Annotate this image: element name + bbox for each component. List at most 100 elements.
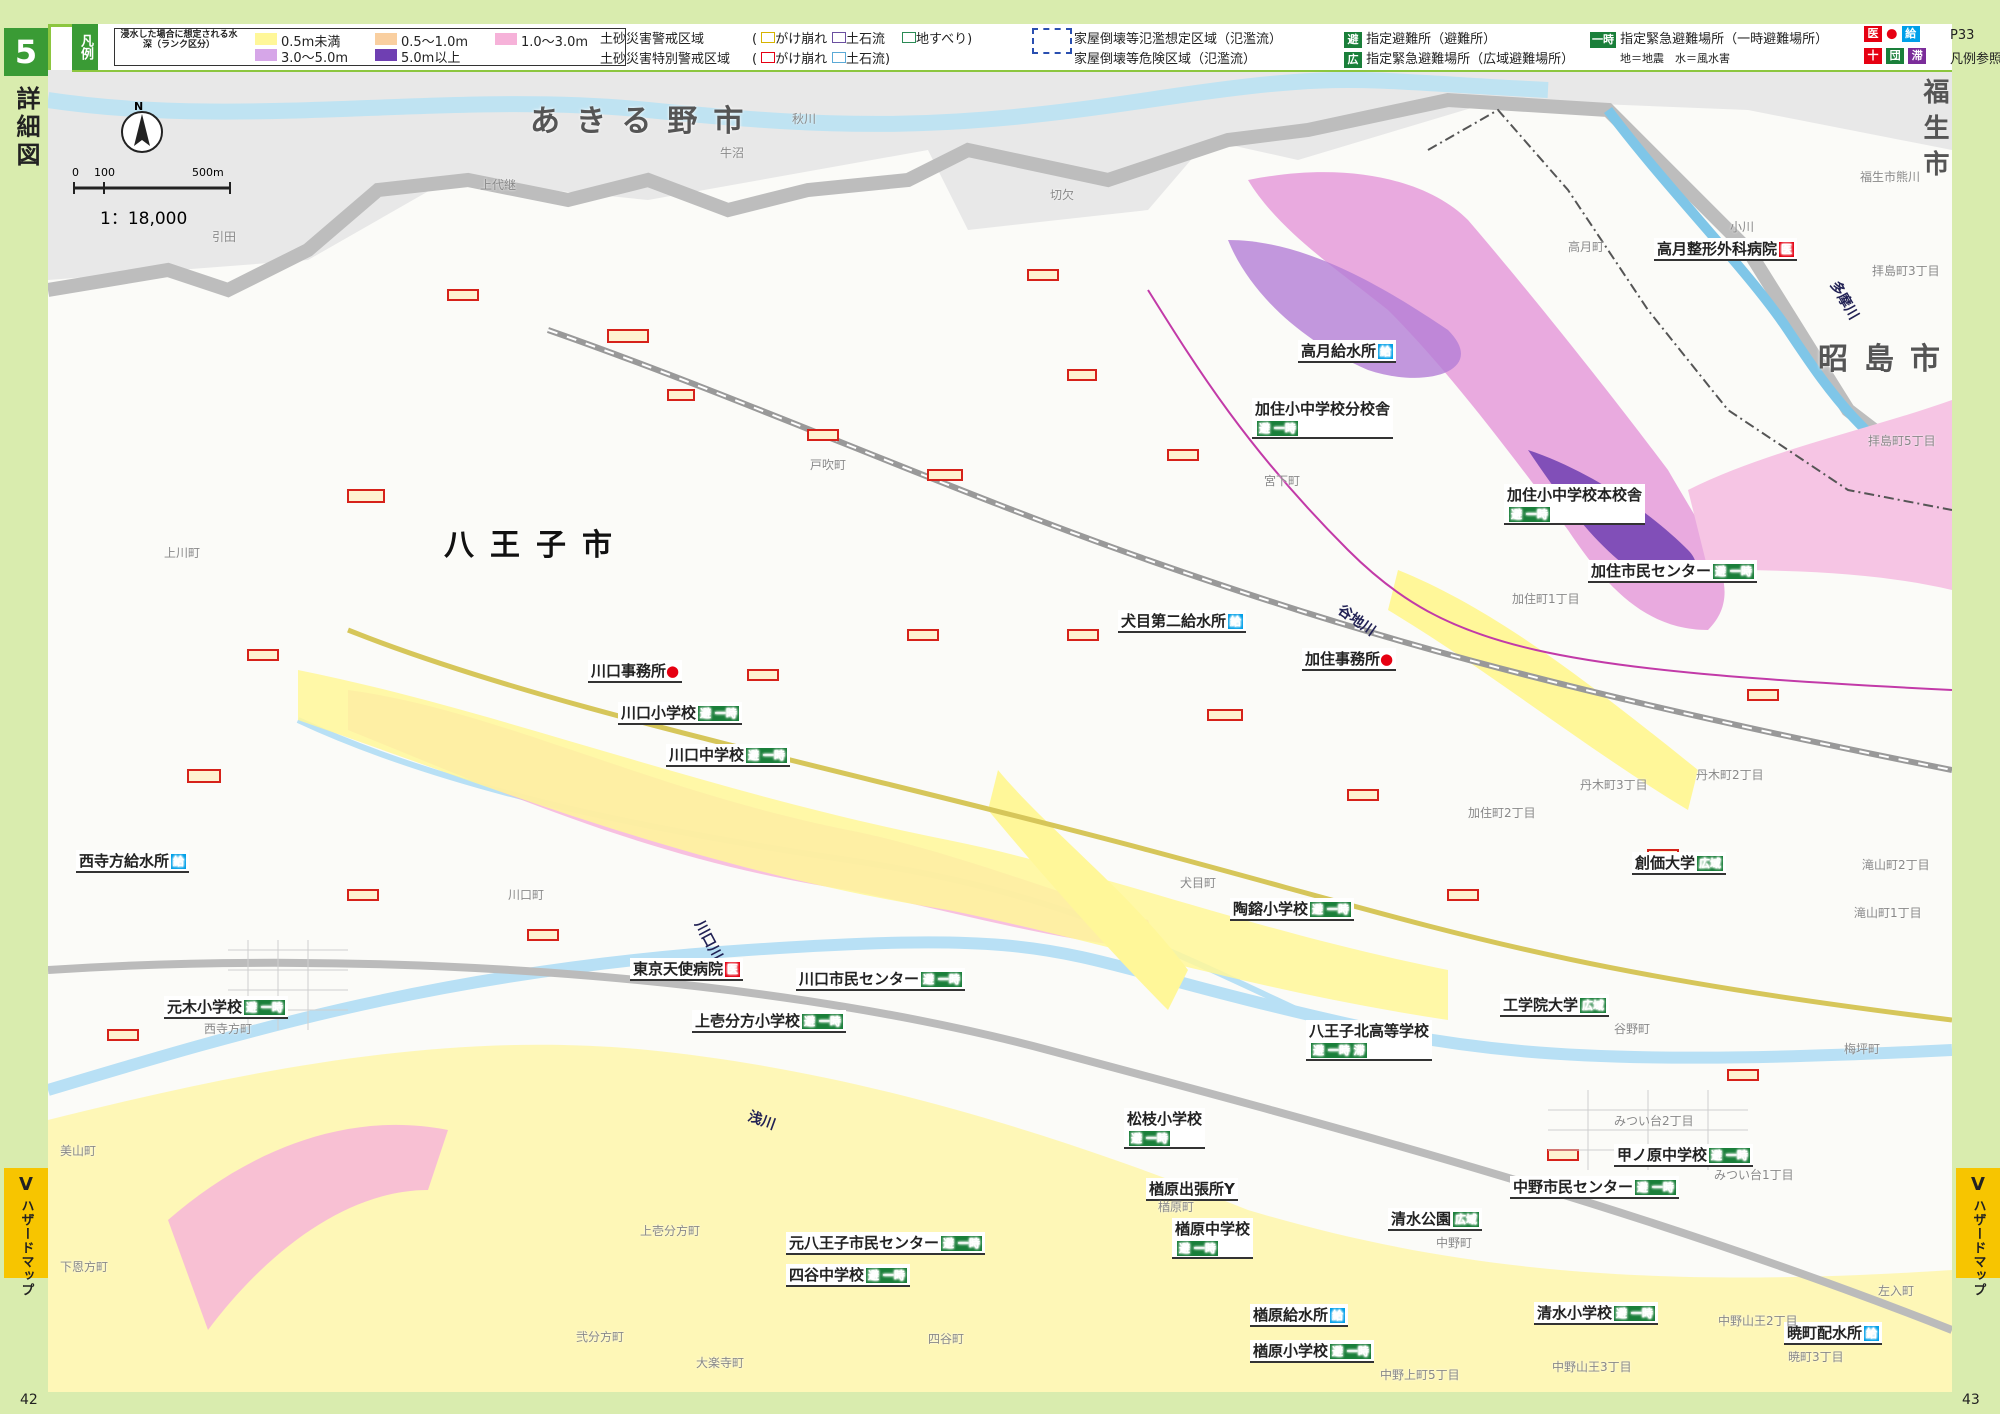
sediment-special-label: 土砂災害特別警戒区域 bbox=[600, 52, 731, 67]
side-tab-letter-left: V bbox=[19, 1174, 33, 1195]
facility-toyo-elementary[interactable]: 陶鎔小学校避 一時 bbox=[1230, 898, 1354, 921]
area-umetsubo: 梅坪町 bbox=[1844, 1042, 1881, 1056]
area-kamishiroishi: 上代継 bbox=[480, 178, 517, 192]
area-sanyu: 左入町 bbox=[1878, 1284, 1915, 1298]
facility-matsue-elementary[interactable]: 松枝小学校避 一時 bbox=[1124, 1108, 1206, 1149]
debris-flow-warning: 土石流 bbox=[832, 28, 885, 47]
facility-narahara-water[interactable]: 楢原給水所給 bbox=[1250, 1304, 1349, 1327]
house-collapse-assumed-text: 家屋倒壊等氾濫想定区域（氾濫流） bbox=[1074, 32, 1283, 47]
legend-icons-row2: 十 団 滞 bbox=[1864, 48, 1927, 64]
depth-swatch-5 bbox=[375, 49, 397, 61]
side-tab-text-left: ハザードマップ bbox=[18, 1199, 34, 1297]
facility-kasumi-center[interactable]: 加住市民センター避 一時 bbox=[1588, 560, 1757, 583]
icon-note: 地＝地震 水＝風水害 bbox=[1620, 52, 1730, 65]
legend-bar: 凡例 浸水した場合に想定される水深（ランク区分） 0.5m未満 0.5～1.0m… bbox=[72, 24, 2000, 72]
facility-kounohara-junior-high[interactable]: 甲ノ原中学校避 一時 bbox=[1614, 1144, 1753, 1167]
city-hachioji: 八王子市 bbox=[444, 528, 628, 563]
emergency-evac-wide-label: 広 指定緊急避難場所（広域避難場所） bbox=[1344, 48, 1574, 68]
area-kawaguchi: 川口町 bbox=[508, 888, 545, 902]
facility-kasumi-office[interactable]: 加住事務所● bbox=[1302, 648, 1397, 671]
area-akatsuki-3: 暁町3丁目 bbox=[1788, 1350, 1844, 1364]
facility-hachioji-kita-high[interactable]: 八王子北高等学校避 一時 滞 bbox=[1306, 1020, 1433, 1061]
evac-site-icon: 避 bbox=[1344, 31, 1362, 48]
facility-tokyo-tenshi-hospital[interactable]: 東京天使病院医 bbox=[630, 958, 744, 981]
facility-nishiterakata-water[interactable]: 西寺方給水所給 bbox=[76, 850, 190, 873]
area-nakano-sanno-2: 中野山王2丁目 bbox=[1718, 1314, 1798, 1328]
section-title: 詳細図 bbox=[12, 86, 40, 170]
side-tab-letter-right: V bbox=[1971, 1174, 1985, 1195]
scale-tick-500: 500m bbox=[192, 166, 224, 179]
area-tangi-2: 丹木町2丁目 bbox=[1696, 768, 1764, 782]
facility-shimizu-elementary[interactable]: 清水小学校避 一時 bbox=[1534, 1302, 1658, 1325]
emergency-evac-temp-label: 一時 指定緊急避難場所（一時避難場所） bbox=[1590, 31, 1829, 48]
area-inume: 犬目町 bbox=[1180, 876, 1217, 890]
facility-kawaguchi-office[interactable]: 川口事務所● bbox=[588, 660, 683, 683]
depth-label-3: 1.0～3.0m bbox=[521, 35, 589, 50]
cliff-collapse-special: ( がけ崩れ bbox=[752, 52, 828, 67]
area-kamikawa: 上川町 bbox=[164, 546, 201, 560]
area-nakano-kamicho-5: 中野上町5丁目 bbox=[1380, 1368, 1460, 1382]
depth-label-5: 5.0m以上 bbox=[401, 51, 461, 66]
area-nakano-sanno-3: 中野山王3丁目 bbox=[1552, 1360, 1632, 1374]
area-takiyama-2: 滝山町2丁目 bbox=[1862, 858, 1930, 872]
area-nakano: 中野町 bbox=[1436, 1236, 1473, 1250]
area-ushinuma: 牛沼 bbox=[720, 146, 745, 160]
area-dairakuji: 大楽寺町 bbox=[696, 1356, 745, 1370]
north-label: N bbox=[134, 100, 144, 113]
area-takatsuki: 高月町 bbox=[1568, 240, 1605, 254]
area-kasumi-1: 加住町1丁目 bbox=[1512, 592, 1580, 606]
facility-kawaguchi-center[interactable]: 川口市民センター避 一時 bbox=[796, 968, 965, 991]
facility-akatsuki-water[interactable]: 暁町配水所給 bbox=[1784, 1322, 1883, 1345]
facility-takatsuki-hospital[interactable]: 高月整形外科病院医 bbox=[1654, 238, 1798, 261]
facility-shimizu-park[interactable]: 清水公園 広域 bbox=[1388, 1208, 1483, 1231]
group-icon: 団 bbox=[1886, 48, 1905, 64]
legend-icons-row1: 医 ● 給 bbox=[1864, 26, 1920, 42]
legend-tag: 凡例 bbox=[72, 24, 98, 70]
facility-takatsuki-water[interactable]: 高月給水所給 bbox=[1298, 340, 1397, 363]
depth-swatch-1 bbox=[255, 33, 277, 45]
facility-kawaguchi-junior-high[interactable]: 川口中学校避 一時 bbox=[666, 744, 790, 767]
facility-kamiichibukata-elementary[interactable]: 上壱分方小学校避 一時 bbox=[692, 1010, 846, 1033]
area-kamiichibukata: 上壱分方町 bbox=[640, 1224, 701, 1238]
facility-narahara-elementary[interactable]: 楢原小学校避 一時 bbox=[1250, 1340, 1374, 1363]
area-fussa-kumagawa: 福生市熊川 bbox=[1860, 170, 1921, 184]
facility-kogakuin-university[interactable]: 工学院大学 広域 bbox=[1500, 994, 1610, 1017]
facility-soka-university[interactable]: 創価大学 広域 bbox=[1632, 852, 1727, 875]
temp-evac-icon: 一時 bbox=[1590, 31, 1616, 48]
area-mitsuidai-2: みつい台2丁目 bbox=[1614, 1114, 1694, 1128]
area-miyama: 美山町 bbox=[60, 1144, 97, 1158]
page-number-right: 43 bbox=[1962, 1392, 1980, 1408]
scale-ratio: 1：18,000 bbox=[100, 209, 188, 229]
facility-nakano-center[interactable]: 中野市民センター避 一時 bbox=[1510, 1176, 1679, 1199]
wide-evac-icon: 広 bbox=[1344, 51, 1362, 68]
hospital-icon: 医 bbox=[1864, 26, 1882, 42]
area-nibukata: 弐分方町 bbox=[576, 1330, 625, 1344]
landslide-warning: 地すべり) bbox=[902, 28, 972, 47]
facility-narahara-junior-high[interactable]: 楢原中学校避 一時 bbox=[1172, 1218, 1254, 1259]
ref-text: 凡例参照 bbox=[1950, 52, 2000, 67]
area-yotsuya: 四谷町 bbox=[928, 1332, 965, 1346]
side-tab-right[interactable]: V ハザードマップ bbox=[1956, 1168, 2000, 1297]
area-tangi-3: 丹木町3丁目 bbox=[1580, 778, 1648, 792]
facility-kasumi-branch-school[interactable]: 加住小中学校分校舎避 一時 bbox=[1252, 398, 1394, 439]
facility-inume-water2[interactable]: 犬目第二給水所給 bbox=[1118, 610, 1247, 633]
facility-yotsuya-junior-high[interactable]: 四谷中学校避 一時 bbox=[786, 1264, 910, 1287]
facility-motohachioji-center[interactable]: 元八王子市民センター避 一時 bbox=[786, 1232, 985, 1255]
stay-icon: 滞 bbox=[1908, 48, 1927, 64]
city-akishima: 昭島市 bbox=[1818, 342, 1956, 377]
side-tab-left[interactable]: V ハザードマップ bbox=[4, 1168, 48, 1297]
facility-kawaguchi-elementary[interactable]: 川口小学校避 一時 bbox=[618, 702, 742, 725]
facility-kasumi-main-school[interactable]: 加住小中学校本校舎避 一時 bbox=[1504, 484, 1646, 525]
scale-tick-100: 100 bbox=[94, 166, 115, 179]
depth-legend: 浸水した場合に想定される水深（ランク区分） 0.5m未満 0.5～1.0m 1.… bbox=[114, 28, 626, 66]
area-takiyama-1: 滝山町1丁目 bbox=[1854, 906, 1922, 920]
area-shimoongata: 下恩方町 bbox=[60, 1260, 109, 1274]
facility-motoki-elementary[interactable]: 元木小学校避 一時 bbox=[164, 996, 288, 1019]
evac-site-label: 避 指定避難所（避難所） bbox=[1344, 28, 1496, 48]
office-dot-icon: ● bbox=[1886, 26, 1898, 42]
area-nishiterakata: 西寺方町 bbox=[204, 1022, 253, 1036]
section-number: 5 bbox=[4, 28, 48, 76]
city-akiruno: あきる野市 bbox=[530, 104, 760, 139]
area-hikida: 引田 bbox=[212, 230, 237, 244]
depth-swatch-2 bbox=[375, 33, 397, 45]
